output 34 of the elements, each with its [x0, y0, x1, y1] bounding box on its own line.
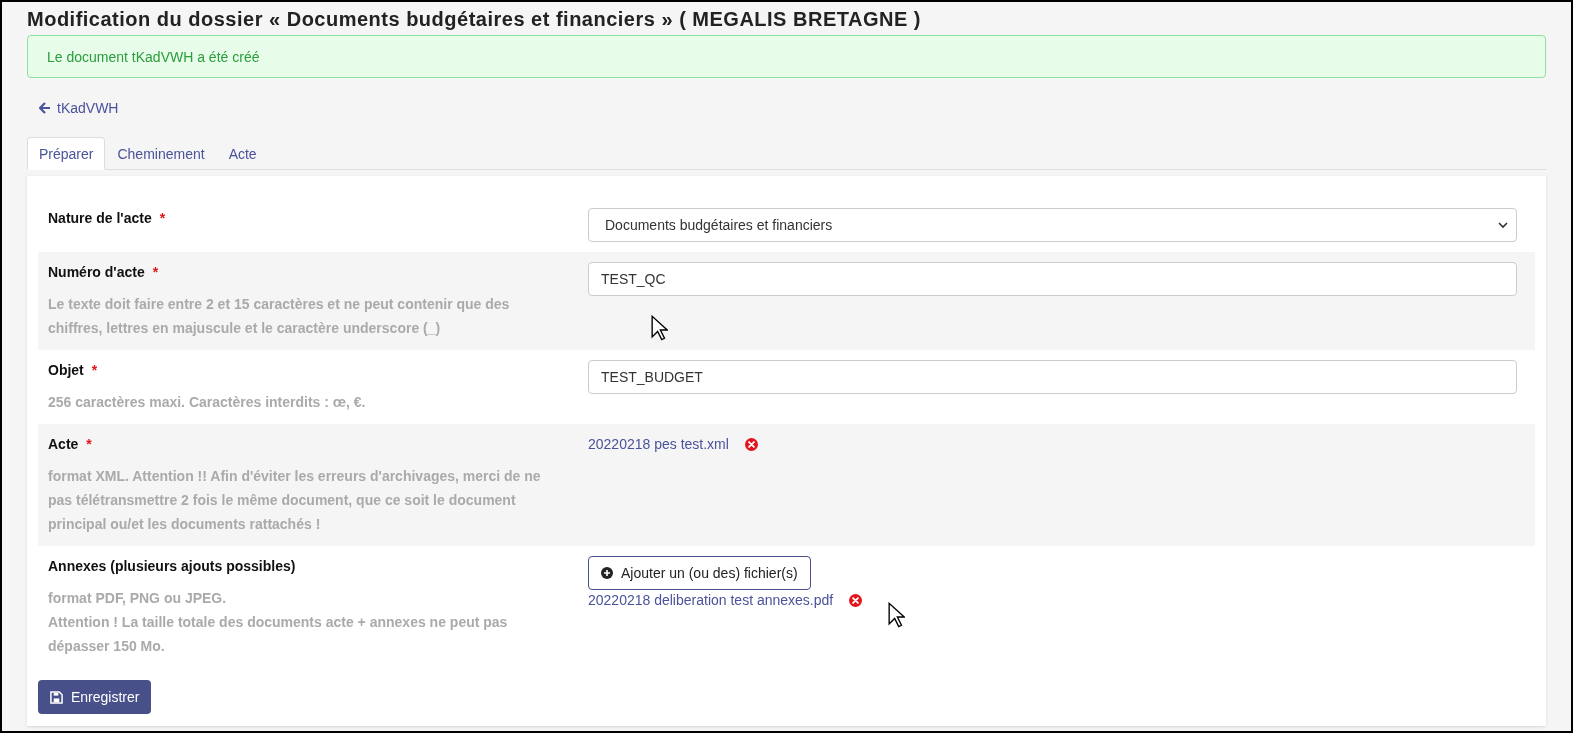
help-text: format XML. Attention !! Afin d'éviter les erreurs d'archivages, merci de ne pas télétransmettre 2 fois le même document, que ce soit le document principal ou/et les documents rattachés !: [48, 467, 542, 534]
plus-circle-icon: [601, 567, 613, 579]
field-label: Nature de l'acte: [48, 209, 152, 228]
chevron-down-icon: [1498, 220, 1508, 230]
required-asterisk: *: [91, 361, 98, 380]
arrow-left-icon: [39, 102, 51, 114]
remove-icon[interactable]: [849, 593, 863, 607]
help-text: Le texte doit faire entre 2 et 15 caractères et ne peut contenir que des chiffres, lettres en majuscule et le caractère underscore (_): [48, 295, 511, 338]
file-link[interactable]: 20220218 deliberation test annexes.pdf: [588, 590, 834, 610]
help-text: 256 caractères maxi. Caractères interdits : œ, €.: [48, 393, 367, 412]
field-label: Acte: [48, 435, 79, 454]
required-asterisk: *: [159, 209, 166, 228]
save-button[interactable]: Enregistrer: [38, 680, 152, 714]
field-label: Objet: [48, 361, 84, 380]
required-asterisk: *: [86, 435, 92, 454]
select-field[interactable]: Documents budgétaires et financiers: [588, 208, 1517, 242]
mouse-cursor-icon: [887, 602, 905, 628]
text-input[interactable]: TEST_QC: [588, 262, 1517, 296]
page-title: Modification du dossier « Documents budgétaires et financiers » ( MEGALIS BRETAGNE ): [27, 7, 922, 32]
back-link[interactable]: tKadVWH: [39, 98, 119, 118]
help-text: Attention ! La taille totale des documents acte + annexes ne peut pas dépasser 150 Mo.: [48, 613, 509, 656]
tab[interactable]: Cheminement: [105, 137, 217, 170]
field-label: Annexes (plusieurs ajouts possibles): [48, 557, 296, 576]
success-alert: Le document tKadVWH a été créé: [27, 35, 1546, 78]
remove-icon[interactable]: [744, 437, 758, 451]
help-text: format PDF, PNG ou JPEG.: [48, 589, 228, 608]
file-link[interactable]: 20220218 pes test.xml: [588, 434, 729, 454]
text-input[interactable]: TEST_BUDGET: [588, 360, 1517, 394]
add-file-button[interactable]: Ajouter un (ou des) fichier(s): [588, 556, 811, 590]
required-asterisk: *: [152, 263, 159, 282]
mouse-cursor-icon: [650, 315, 668, 341]
tab[interactable]: Acte: [216, 137, 269, 170]
field-label: Numéro d'acte: [48, 263, 145, 282]
tab[interactable]: Préparer: [27, 137, 106, 170]
